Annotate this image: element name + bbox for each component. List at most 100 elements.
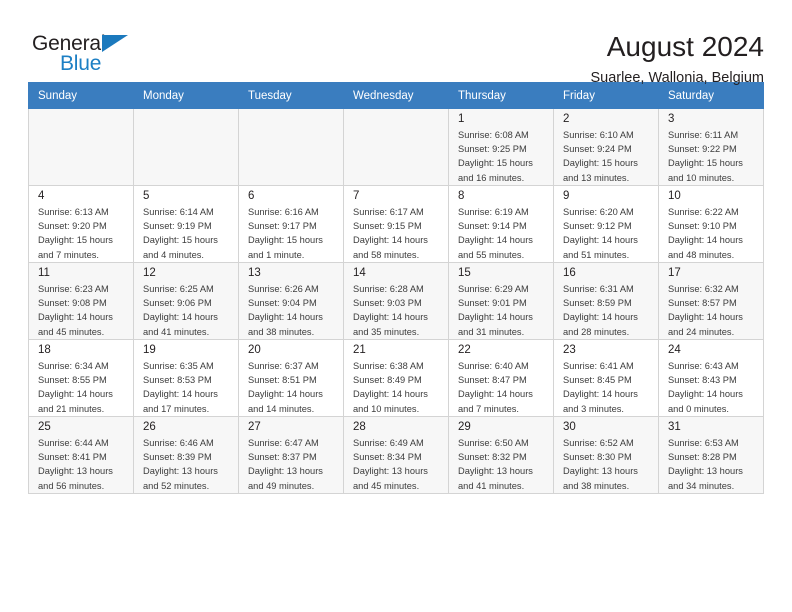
calendar-day-cell[interactable]: 28 Sunrise: 6:49 AM Sunset: 8:34 PM Dayligh… — [343, 416, 449, 494]
day-sunrise-text: Sunrise: 6:16 AM — [248, 207, 319, 218]
calendar-day-cell[interactable]: 2 Sunrise: 6:10 AM Sunset: 9:24 PM Daylight… — [553, 108, 659, 186]
calendar-day-cell[interactable]: 31 Sunrise: 6:53 AM Sunset: 8:28 PM Dayligh… — [658, 416, 764, 494]
day-number: 11 — [38, 267, 50, 279]
day-daylight-line1-text: Daylight: 14 hours — [353, 235, 428, 246]
calendar-day-cell-empty — [343, 108, 449, 186]
calendar-day-cell[interactable]: 13 Sunrise: 6:26 AM Sunset: 9:04 PM Dayligh… — [238, 262, 344, 340]
logo-text-blue: Blue — [60, 52, 102, 75]
day-sunset-text: Sunset: 8:53 PM — [143, 375, 212, 386]
day-number: 7 — [353, 190, 360, 202]
day-sunrise-text: Sunrise: 6:14 AM — [143, 207, 214, 218]
calendar-day-cell[interactable]: 18 Sunrise: 6:34 AM Sunset: 8:55 PM Dayligh… — [28, 339, 134, 417]
calendar-day-cell[interactable]: 26 Sunrise: 6:46 AM Sunset: 8:39 PM Dayligh… — [133, 416, 239, 494]
calendar-day-cell[interactable]: 20 Sunrise: 6:37 AM Sunset: 8:51 PM Dayligh… — [238, 339, 344, 417]
day-daylight-line2-text: and 38 minutes. — [248, 326, 315, 337]
day-sunset-text: Sunset: 9:06 PM — [143, 298, 212, 309]
day-number: 12 — [143, 267, 156, 279]
day-sunrise-text: Sunrise: 6:49 AM — [353, 438, 424, 449]
general-blue-logo[interactable]: General Blue — [28, 30, 148, 80]
day-sun-info: Sunrise: 6:11 AM Sunset: 9:22 PM Daylight:… — [659, 128, 763, 185]
calendar-day-cell[interactable]: 9 Sunrise: 6:20 AM Sunset: 9:12 PM Daylight… — [553, 185, 659, 263]
day-daylight-line2-text: and 28 minutes. — [563, 326, 630, 337]
calendar-day-cell[interactable]: 27 Sunrise: 6:47 AM Sunset: 8:37 PM Dayligh… — [238, 416, 344, 494]
day-daylight-line1-text: Daylight: 14 hours — [668, 235, 743, 246]
day-sun-info: Sunrise: 6:43 AM Sunset: 8:43 PM Daylight:… — [659, 359, 763, 416]
day-daylight-line1-text: Daylight: 15 hours — [38, 235, 113, 246]
calendar-day-cell[interactable]: 11 Sunrise: 6:23 AM Sunset: 9:08 PM Dayligh… — [28, 262, 134, 340]
day-daylight-line2-text: and 41 minutes. — [458, 480, 525, 491]
calendar-day-cell[interactable]: 4 Sunrise: 6:13 AM Sunset: 9:20 PM Daylight… — [28, 185, 134, 263]
day-daylight-line1-text: Daylight: 13 hours — [353, 466, 428, 477]
calendar-day-cell[interactable]: 12 Sunrise: 6:25 AM Sunset: 9:06 PM Dayligh… — [133, 262, 239, 340]
calendar-day-cell[interactable]: 5 Sunrise: 6:14 AM Sunset: 9:19 PM Daylight… — [133, 185, 239, 263]
day-sun-info: Sunrise: 6:23 AM Sunset: 9:08 PM Daylight:… — [29, 282, 133, 339]
calendar-day-cell[interactable]: 22 Sunrise: 6:40 AM Sunset: 8:47 PM Dayligh… — [448, 339, 554, 417]
day-daylight-line2-text: and 13 minutes. — [563, 172, 630, 183]
day-daylight-line1-text: Daylight: 14 hours — [458, 389, 533, 400]
page-header: General Blue August 2024 Suarlee, Wallon… — [28, 0, 764, 87]
day-sunrise-text: Sunrise: 6:52 AM — [563, 438, 634, 449]
day-sunrise-text: Sunrise: 6:08 AM — [458, 130, 529, 141]
calendar-day-cell[interactable]: 1 Sunrise: 6:08 AM Sunset: 9:25 PM Daylight… — [448, 108, 554, 186]
calendar-day-cell[interactable]: 17 Sunrise: 6:32 AM Sunset: 8:57 PM Dayligh… — [658, 262, 764, 340]
day-sun-info: Sunrise: 6:49 AM Sunset: 8:34 PM Daylight:… — [344, 436, 448, 493]
calendar-day-cell[interactable]: 21 Sunrise: 6:38 AM Sunset: 8:49 PM Dayligh… — [343, 339, 449, 417]
day-daylight-line2-text: and 24 minutes. — [668, 326, 735, 337]
day-daylight-line1-text: Daylight: 13 hours — [143, 466, 218, 477]
day-sunrise-text: Sunrise: 6:29 AM — [458, 284, 529, 295]
day-sunrise-text: Sunrise: 6:13 AM — [38, 207, 109, 218]
calendar-day-cell[interactable]: 7 Sunrise: 6:17 AM Sunset: 9:15 PM Daylight… — [343, 185, 449, 263]
day-number: 26 — [143, 421, 156, 433]
day-sunrise-text: Sunrise: 6:20 AM — [563, 207, 634, 218]
calendar-day-cell-empty — [28, 108, 134, 186]
day-sunset-text: Sunset: 9:08 PM — [38, 298, 107, 309]
calendar-day-cell[interactable]: 6 Sunrise: 6:16 AM Sunset: 9:17 PM Daylight… — [238, 185, 344, 263]
weekday-header-monday: Monday — [133, 82, 239, 109]
day-sunset-text: Sunset: 8:43 PM — [668, 375, 737, 386]
calendar-day-cell[interactable]: 10 Sunrise: 6:22 AM Sunset: 9:10 PM Dayligh… — [658, 185, 764, 263]
day-sunset-text: Sunset: 9:12 PM — [563, 221, 632, 232]
day-sun-info: Sunrise: 6:52 AM Sunset: 8:30 PM Daylight:… — [554, 436, 658, 493]
day-number: 30 — [563, 421, 576, 433]
calendar-day-cell[interactable]: 8 Sunrise: 6:19 AM Sunset: 9:14 PM Daylight… — [448, 185, 554, 263]
day-sunrise-text: Sunrise: 6:32 AM — [668, 284, 739, 295]
calendar-day-cell[interactable]: 29 Sunrise: 6:50 AM Sunset: 8:32 PM Dayligh… — [448, 416, 554, 494]
day-daylight-line2-text: and 10 minutes. — [668, 172, 735, 183]
day-sunrise-text: Sunrise: 6:17 AM — [353, 207, 424, 218]
day-sunset-text: Sunset: 8:45 PM — [563, 375, 632, 386]
calendar-day-cell[interactable]: 16 Sunrise: 6:31 AM Sunset: 8:59 PM Dayligh… — [553, 262, 659, 340]
day-daylight-line1-text: Daylight: 14 hours — [38, 389, 113, 400]
day-sunrise-text: Sunrise: 6:19 AM — [458, 207, 529, 218]
day-sun-info: Sunrise: 6:31 AM Sunset: 8:59 PM Daylight:… — [554, 282, 658, 339]
calendar-day-cell[interactable]: 14 Sunrise: 6:28 AM Sunset: 9:03 PM Dayligh… — [343, 262, 449, 340]
day-number: 24 — [668, 344, 681, 356]
calendar-day-cell[interactable]: 3 Sunrise: 6:11 AM Sunset: 9:22 PM Daylight… — [658, 108, 764, 186]
day-sun-info: Sunrise: 6:22 AM Sunset: 9:10 PM Daylight:… — [659, 205, 763, 262]
day-number: 21 — [353, 344, 366, 356]
day-number: 29 — [458, 421, 471, 433]
calendar-day-cell[interactable]: 23 Sunrise: 6:41 AM Sunset: 8:45 PM Dayligh… — [553, 339, 659, 417]
calendar-day-cell-empty — [238, 108, 344, 186]
day-sunset-text: Sunset: 8:47 PM — [458, 375, 527, 386]
sunrise-sunset-calendar: Sunday Monday Tuesday Wednesday Thursday… — [28, 82, 764, 494]
day-sunset-text: Sunset: 8:39 PM — [143, 452, 212, 463]
day-sunset-text: Sunset: 9:25 PM — [458, 144, 527, 155]
calendar-day-cell[interactable]: 15 Sunrise: 6:29 AM Sunset: 9:01 PM Dayligh… — [448, 262, 554, 340]
day-daylight-line1-text: Daylight: 14 hours — [353, 312, 428, 323]
day-daylight-line1-text: Daylight: 13 hours — [458, 466, 533, 477]
calendar-week-row: 11 Sunrise: 6:23 AM Sunset: 9:08 PM Dayligh… — [28, 262, 764, 340]
day-daylight-line1-text: Daylight: 14 hours — [563, 312, 638, 323]
weekday-header-sunday: Sunday — [28, 82, 134, 109]
triangle-logo-icon — [102, 35, 128, 52]
day-number: 19 — [143, 344, 156, 356]
day-daylight-line2-text: and 52 minutes. — [143, 480, 210, 491]
page-title: August 2024 — [606, 31, 764, 62]
calendar-day-cell[interactable]: 19 Sunrise: 6:35 AM Sunset: 8:53 PM Dayligh… — [133, 339, 239, 417]
calendar-day-cell[interactable]: 30 Sunrise: 6:52 AM Sunset: 8:30 PM Dayligh… — [553, 416, 659, 494]
day-number: 27 — [248, 421, 261, 433]
day-sunset-text: Sunset: 9:14 PM — [458, 221, 527, 232]
calendar-day-cell[interactable]: 24 Sunrise: 6:43 AM Sunset: 8:43 PM Dayligh… — [658, 339, 764, 417]
day-sun-info: Sunrise: 6:40 AM Sunset: 8:47 PM Daylight:… — [449, 359, 553, 416]
day-daylight-line2-text: and 7 minutes. — [458, 403, 519, 414]
calendar-day-cell[interactable]: 25 Sunrise: 6:44 AM Sunset: 8:41 PM Dayligh… — [28, 416, 134, 494]
